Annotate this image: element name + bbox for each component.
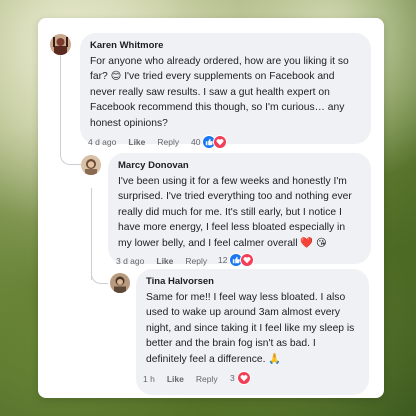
avatar[interactable] — [81, 155, 101, 175]
love-reaction-icon — [240, 253, 255, 267]
comment-timestamp[interactable]: 1 h — [143, 374, 155, 384]
comment-bubble: Karen Whitmore For anyone who already or… — [80, 33, 371, 144]
reaction-count: 40 — [191, 137, 201, 147]
reaction-count: 3 — [230, 373, 235, 383]
reply-button[interactable]: Reply — [157, 137, 179, 147]
love-reaction-icon — [213, 135, 228, 149]
thread-line — [60, 54, 61, 150]
comment-text: Same for me!! I feel way less bloated. I… — [146, 292, 355, 365]
comment-actions: 3 d ago Like Reply — [116, 256, 219, 266]
avatar[interactable] — [110, 273, 130, 293]
like-button[interactable]: Like — [128, 137, 145, 147]
like-button[interactable]: Like — [167, 374, 184, 384]
reaction-count: 12 — [218, 255, 228, 265]
comment-author[interactable]: Karen Whitmore — [90, 40, 361, 51]
avatar[interactable] — [50, 34, 71, 55]
reactions-summary[interactable]: 40 — [191, 135, 228, 149]
thread-connector — [91, 264, 108, 284]
love-reaction-icon — [236, 371, 251, 385]
reply-button[interactable]: Reply — [185, 256, 207, 266]
comment-thread-card: Karen Whitmore For anyone who already or… — [38, 18, 384, 398]
like-button[interactable]: Like — [156, 256, 173, 266]
comment-timestamp[interactable]: 3 d ago — [116, 256, 144, 266]
comment-actions: 4 d ago Like Reply — [88, 137, 191, 147]
comment-author[interactable]: Tina Halvorsen — [146, 276, 359, 287]
thread-connector — [60, 138, 81, 165]
comment-author[interactable]: Marcy Donovan — [118, 160, 361, 171]
comment-timestamp[interactable]: 4 d ago — [88, 137, 116, 147]
reactions-summary[interactable]: 3 — [230, 371, 251, 385]
comment-text: I've been using it for a few weeks and h… — [118, 176, 352, 249]
reactions-summary[interactable]: 12 — [218, 253, 255, 267]
comment-text: For anyone who already ordered, how are … — [90, 56, 349, 129]
comment-bubble: Marcy Donovan I've been using it for a f… — [108, 153, 371, 264]
reply-button[interactable]: Reply — [196, 374, 218, 384]
comment-actions: 1 h Like Reply — [143, 374, 230, 384]
